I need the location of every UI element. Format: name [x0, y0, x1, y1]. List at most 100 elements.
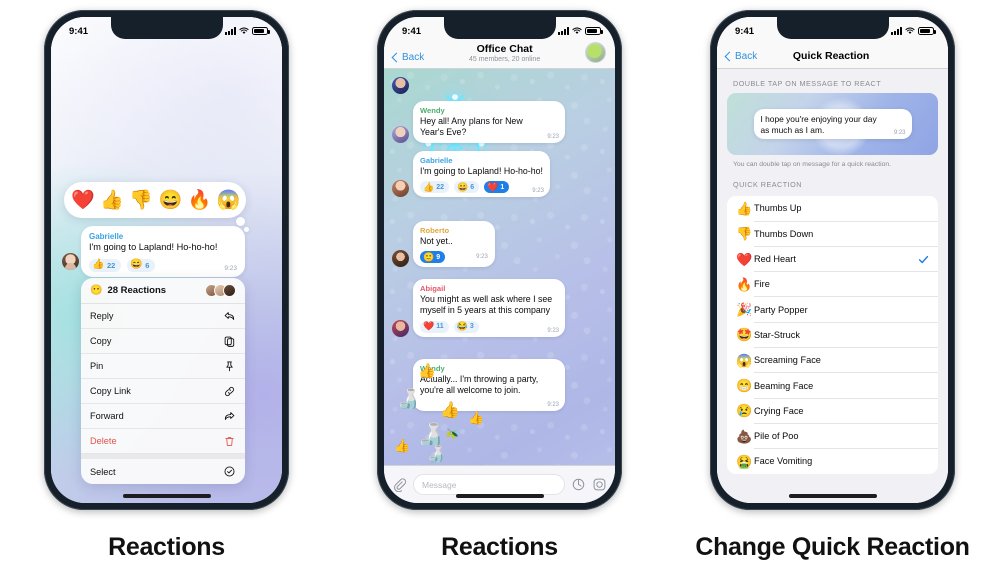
reaction-pill[interactable]: 😄 6: [454, 181, 480, 194]
context-menu-reactions-header[interactable]: 😶 28 Reactions: [81, 278, 245, 304]
reaction-pill[interactable]: 👍 22: [89, 258, 122, 272]
link-icon: [225, 386, 234, 396]
list-item-label: Party Popper: [754, 304, 808, 315]
back-button[interactable]: Back: [724, 51, 757, 62]
list-item-thumbs-down[interactable]: 👎 Thumbs Down: [727, 221, 938, 247]
reaction-emoji: 😱: [736, 352, 753, 368]
list-item-screaming-face[interactable]: 😱 Screaming Face: [727, 348, 938, 374]
home-indicator: [122, 494, 211, 498]
battery-icon: [585, 27, 603, 35]
reaction-count: 22: [436, 183, 445, 191]
reaction-emoji: 😁: [736, 378, 753, 394]
reaction-emoji-thumbsdown[interactable]: 👎: [129, 191, 153, 210]
reactions-count-label: 28 Reactions: [107, 285, 167, 296]
list-item-label: Beaming Face: [754, 380, 814, 391]
list-item-label: Thumbs Up: [754, 203, 802, 214]
picker-tail-large: [236, 217, 245, 226]
home-indicator: [788, 494, 877, 498]
list-item-label: Face Vomiting: [754, 456, 813, 467]
trash-icon: [225, 436, 234, 446]
menu-item-delete[interactable]: Delete: [81, 429, 245, 454]
message-row[interactable]: [392, 77, 413, 94]
home-indicator: [455, 494, 544, 498]
message-input[interactable]: Message: [413, 474, 565, 495]
reaction-emoji-grin[interactable]: 😄: [159, 191, 183, 210]
cellular-bars-icon: [558, 27, 569, 35]
list-item-star-struck[interactable]: 🤩 Star-Struck: [727, 322, 938, 348]
pin-icon: [226, 361, 233, 371]
menu-item-forward[interactable]: Forward: [81, 404, 245, 429]
message-text: Actually... I'm throwing a party, you're…: [420, 374, 539, 396]
page-title: Office Chat: [476, 43, 533, 55]
message-bubble[interactable]: Roberto Not yet.. 🙂 9 9:23: [413, 221, 495, 268]
status-time: 9:41: [69, 25, 89, 37]
message-row[interactable]: Wendy Actually... I'm throwing a party, …: [392, 359, 565, 411]
message-reactions: 👍 22 😄 6 9:23: [89, 258, 237, 272]
nav-title-group[interactable]: Office Chat 45 members, 20 online: [424, 43, 585, 63]
message-bubble[interactable]: Abigail You might as well ask where I se…: [413, 279, 565, 337]
message-row[interactable]: Abigail You might as well ask where I se…: [392, 279, 565, 337]
menu-item-label: Delete: [90, 436, 117, 446]
list-item-red-heart[interactable]: ❤️ Red Heart: [727, 246, 938, 273]
list-item-beaming-face[interactable]: 😁 Beaming Face: [727, 373, 938, 399]
reaction-emoji-heart[interactable]: ❤️: [71, 191, 95, 210]
message-sender: Wendy: [420, 106, 445, 115]
preview-message-bubble[interactable]: I hope you're enjoying your day as much …: [753, 108, 912, 140]
back-label: Back: [402, 52, 425, 63]
reaction-count: 22: [106, 260, 116, 270]
message-row[interactable]: Gabrielle I'm going to Lapland! Ho-ho-ho…: [392, 151, 550, 198]
menu-item-copy-link[interactable]: Copy Link: [81, 379, 245, 404]
back-button[interactable]: Back: [391, 52, 425, 63]
avatar: [62, 253, 79, 270]
message-bubble[interactable]: Gabrielle I'm going to Lapland! Ho-ho-ho…: [413, 151, 550, 198]
reaction-picker-bar[interactable]: ❤️ 👍 👎 😄 🔥 😱 🤗: [64, 182, 246, 218]
cellular-bars-icon: [225, 27, 236, 35]
reaction-emoji-fire[interactable]: 🔥: [188, 191, 212, 210]
paperclip-icon[interactable]: [392, 477, 407, 492]
message-sender: Abigail: [420, 284, 446, 293]
reaction-pill[interactable]: 👍 22: [420, 181, 450, 194]
list-item-pile-of-poo[interactable]: 💩 Pile of Poo: [727, 424, 938, 450]
reaction-pill[interactable]: 😂 3: [453, 320, 479, 333]
list-item-label: Star-Struck: [754, 329, 800, 340]
list-item-face-vomiting[interactable]: 🤮 Face Vomiting: [727, 449, 938, 474]
preview-message-text: I hope you're enjoying your day as much …: [760, 113, 877, 135]
message-preview-card: I hope you're enjoying your day as much …: [727, 93, 938, 155]
reaction-emoji-scream[interactable]: 😱: [217, 191, 241, 210]
focused-message[interactable]: Gabrielle I'm going to Lapland! Ho-ho-ho…: [81, 226, 245, 277]
chat-avatar[interactable]: [585, 42, 606, 63]
reaction-emoji: 🙂: [423, 251, 435, 262]
reaction-pill-selected[interactable]: 🙂 9: [420, 251, 446, 264]
message-time: 9:23: [547, 133, 559, 140]
message-text: Hey all! Any plans for New Year's Eve?: [420, 116, 523, 138]
list-item-crying-face[interactable]: 😢 Crying Face: [727, 398, 938, 424]
menu-item-select[interactable]: Select: [81, 459, 245, 484]
list-item-thumbs-up[interactable]: 👍 Thumbs Up: [727, 196, 938, 222]
message-bubble[interactable]: Wendy Actually... I'm throwing a party, …: [413, 359, 565, 411]
battery-icon: [918, 27, 936, 35]
reaction-pill[interactable]: ❤️ 11: [420, 320, 449, 333]
menu-item-pin[interactable]: Pin: [81, 354, 245, 379]
panel-quick-reaction-settings: DOUBLE TAP ON MESSAGE TO REACT I hope yo…: [666, 0, 999, 576]
reaction-emoji-thumbsup[interactable]: 👍: [100, 191, 124, 210]
wifi-icon: [239, 27, 249, 34]
message-text: I'm going to Lapland! Ho-ho-ho!: [420, 166, 543, 176]
screenshot-root: 9:41 ❤️ 👍 👎 😄 🔥 😱 Gabrielle I'm going to…: [0, 0, 1000, 576]
message-row[interactable]: Roberto Not yet.. 🙂 9 9:23: [392, 221, 495, 268]
menu-item-reply[interactable]: Reply: [81, 304, 245, 329]
check-circle-icon: [224, 466, 235, 477]
context-menu: 😶 28 Reactions Reply Copy Pin Copy Link …: [81, 278, 245, 484]
reaction-pill[interactable]: 😄 6: [127, 258, 156, 272]
reaction-pill-selected[interactable]: ❤️ 1: [484, 181, 510, 194]
menu-item-label: Forward: [90, 411, 124, 421]
camera-icon[interactable]: [592, 477, 607, 492]
menu-item-copy[interactable]: Copy: [81, 329, 245, 354]
message-row[interactable]: Wendy Hey all! Any plans for New Year's …: [392, 101, 565, 143]
message-bubble[interactable]: Wendy Hey all! Any plans for New Year's …: [413, 101, 565, 143]
message-time: 9:23: [547, 401, 559, 408]
message-sender: Wendy: [420, 364, 445, 373]
list-item-party-popper[interactable]: 🎉 Party Popper: [727, 297, 938, 323]
sticker-icon[interactable]: [571, 477, 586, 492]
list-item-fire[interactable]: 🔥 Fire: [727, 272, 938, 298]
phone-frame-3: DOUBLE TAP ON MESSAGE TO REACT I hope yo…: [710, 10, 955, 510]
